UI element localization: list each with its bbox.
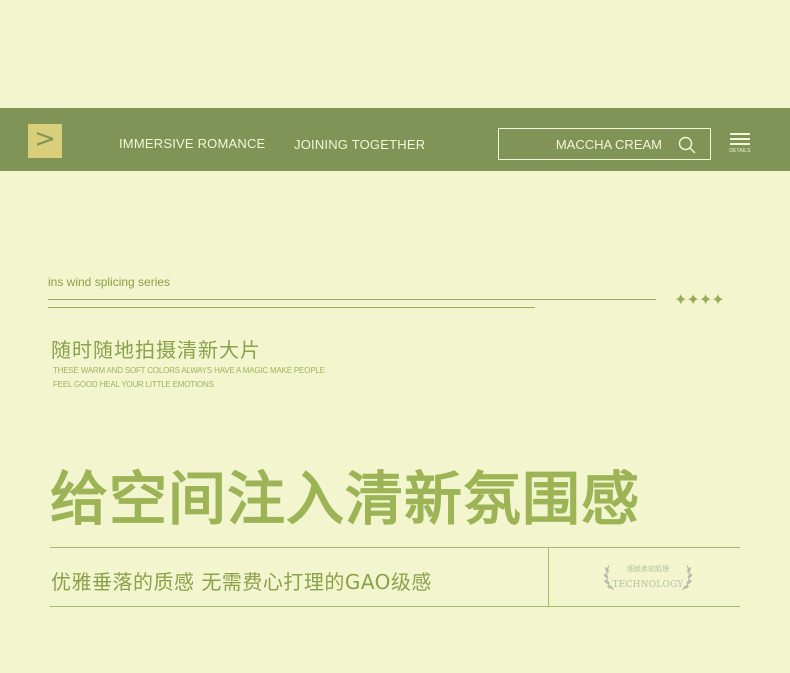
headline: 给空间注入清新氛围感: [50, 465, 641, 533]
arrow-icon: >: [34, 124, 56, 154]
english-tagline-line1: THESE WARM AND SOFT COLORS ALWAYS HAVE A…: [53, 366, 325, 375]
top-navbar: > IMMERSIVE ROMANCE JOINING TOGETHER MAC…: [0, 108, 790, 171]
divider-long: [48, 299, 656, 300]
feature-rule-bottom: [50, 606, 740, 607]
nav-link-immersive-romance[interactable]: IMMERSIVE ROMANCE: [119, 136, 265, 151]
series-label: ins wind splicing series: [48, 275, 171, 289]
search-icon[interactable]: [678, 136, 696, 154]
feature-rule-top: [50, 547, 740, 548]
technology-badge: 细腻柔软肌理 TECHNOLOGY: [603, 561, 693, 593]
feature-text: 优雅垂落的质感 无需费心打理的GAO级感: [51, 570, 432, 594]
laurel-right-icon: [681, 564, 693, 591]
search-box[interactable]: MACCHA CREAM: [498, 128, 711, 160]
nav-link-joining-together[interactable]: JOINING TOGETHER: [294, 137, 425, 152]
english-tagline-line2: FEEL GOOD HEAL YOUR LITTLE EMOTIONS: [53, 380, 214, 389]
arrow-button[interactable]: >: [28, 124, 62, 158]
search-text: MACCHA CREAM: [555, 137, 662, 152]
feature-vertical-divider: [548, 547, 549, 607]
stars-decoration-icon: ✦✦✦✦: [674, 290, 725, 309]
menu-icon: [728, 133, 752, 145]
details-label: DETAILS: [729, 148, 751, 154]
chinese-subtitle: 随时随地拍摄清新大片: [51, 338, 261, 362]
divider-short: [48, 307, 535, 308]
details-menu-button[interactable]: DETAILS: [728, 133, 752, 157]
